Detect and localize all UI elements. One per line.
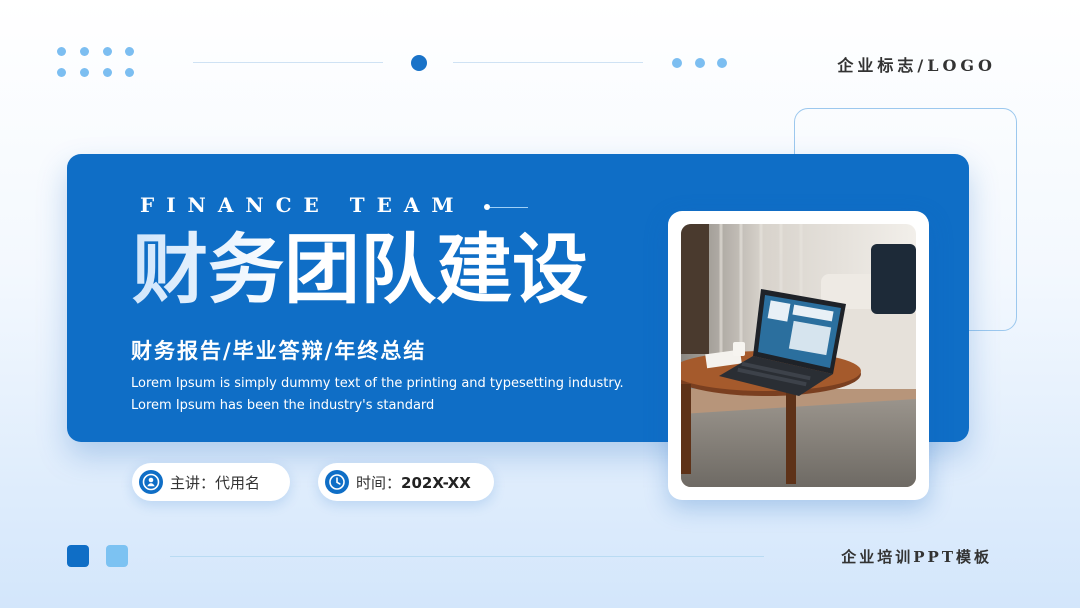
decorative-square-light <box>106 545 128 567</box>
description-line-1: Lorem Ipsum is simply dummy text of the … <box>131 376 624 391</box>
top-divider-left <box>193 62 383 63</box>
laptop-photo <box>681 224 916 487</box>
time-value: 202X-XX <box>401 474 471 492</box>
time-pill: 时间：202X-XX <box>318 463 494 501</box>
time-label: 时间： <box>356 474 402 492</box>
logo-text: 企业标志/LOGO <box>837 56 996 75</box>
top-center-dot <box>411 55 427 71</box>
page-title: 财务团队建设 <box>132 225 588 314</box>
presenter-pill: 主讲：代用名 <box>132 463 290 501</box>
page-subtitle: 财务报告/毕业答辩/年终总结 <box>131 338 427 363</box>
bottom-divider <box>170 556 764 557</box>
top-divider-right <box>453 62 643 63</box>
description-line-2: Lorem Ipsum has been the industry's stan… <box>131 398 435 413</box>
kicker-text: FINANCE TEAM <box>140 193 466 217</box>
presenter-label: 主讲： <box>170 474 216 492</box>
footer-text: 企业培训PPT模板 <box>841 548 992 566</box>
user-icon <box>139 470 163 494</box>
clock-icon <box>325 470 349 494</box>
decorative-dot-grid <box>57 47 137 79</box>
description: Lorem Ipsum is simply dummy text of the … <box>131 373 624 417</box>
kicker-line <box>490 207 528 208</box>
presenter-value: 代用名 <box>215 474 261 492</box>
decorative-square-dark <box>67 545 89 567</box>
